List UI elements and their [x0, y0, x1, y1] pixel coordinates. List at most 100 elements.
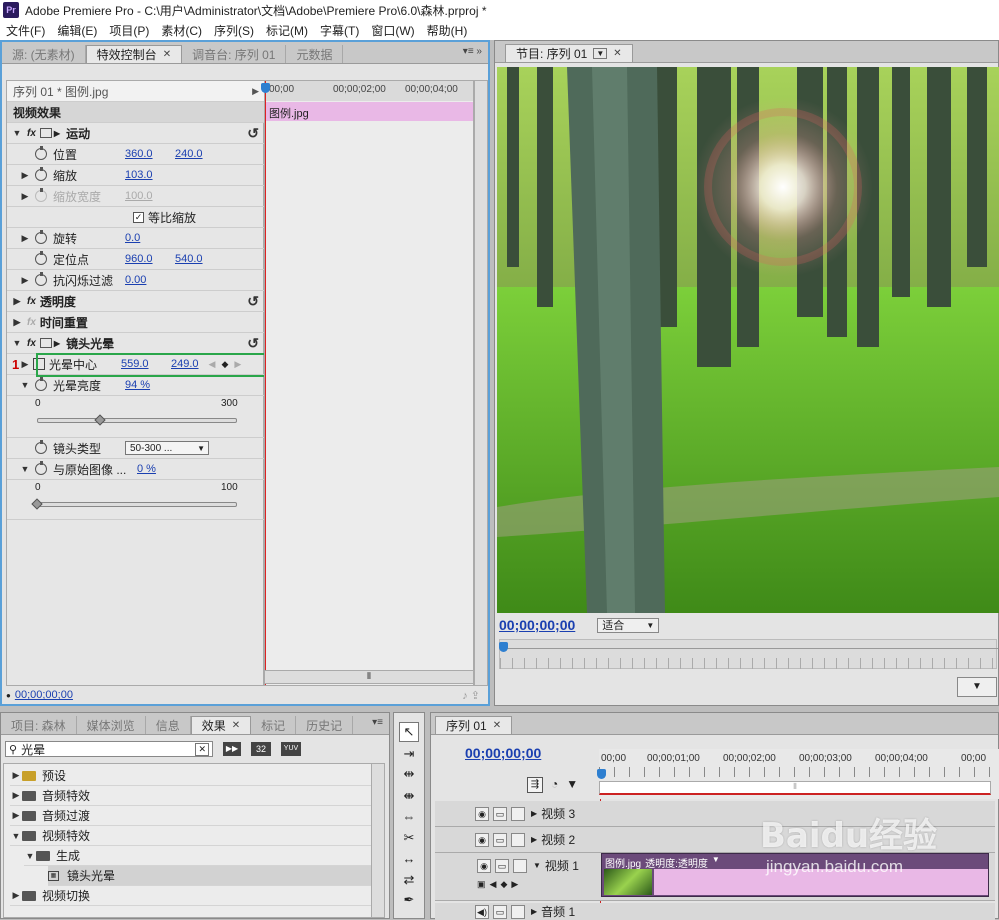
menu-file[interactable]: 文件(F) — [0, 22, 51, 39]
slip-tool-icon[interactable]: ↔ — [399, 848, 419, 868]
reset-icon[interactable]: ↺ — [247, 335, 259, 352]
reset-icon[interactable]: ↺ — [247, 293, 259, 310]
lock-icon[interactable]: ▭ — [493, 806, 507, 821]
program-scrub-bar[interactable] — [499, 639, 998, 669]
tree-item-audio-transitions[interactable]: ▶ 音频过渡 — [10, 806, 380, 826]
expand-triangle-icon[interactable]: ▼ — [24, 851, 36, 861]
track-select-tool-icon[interactable]: ⇥ — [399, 744, 419, 764]
expand-triangle-icon[interactable]: ▼ — [11, 338, 23, 348]
expand-triangle-icon[interactable]: ▶ — [531, 835, 537, 844]
position-x-value[interactable]: 360.0 — [125, 148, 175, 160]
expand-triangle-icon[interactable]: ▼ — [533, 861, 541, 870]
stopwatch-icon[interactable] — [35, 272, 47, 286]
tab-info[interactable]: 信息 — [146, 716, 191, 734]
menu-marker[interactable]: 标记(M) — [260, 22, 314, 39]
tab-sequence[interactable]: 序列 01 ✕ — [435, 716, 513, 734]
lens-flare-row[interactable]: ▼ fx ▶ 镜头光晕 ↺ — [7, 333, 265, 354]
tab-markers[interactable]: 标记 — [251, 716, 297, 734]
slide-tool-icon[interactable]: ⇄ — [399, 870, 419, 890]
razor-tool-icon[interactable]: ✂ — [399, 828, 419, 848]
stopwatch-icon[interactable] — [35, 251, 47, 265]
lock-icon[interactable]: ▭ — [493, 904, 507, 919]
sync-lock-icon[interactable] — [511, 806, 525, 821]
panel-menu-icon[interactable]: ▾≡ — [372, 717, 383, 728]
export-frame-button[interactable]: ▼ — [957, 677, 997, 697]
clear-search-icon[interactable]: ✕ — [195, 742, 209, 756]
tab-project[interactable]: 项目: 森林 — [1, 716, 77, 734]
expand-triangle-icon[interactable]: ▶ — [11, 296, 23, 307]
menu-window[interactable]: 窗口(W) — [365, 22, 420, 39]
tab-audio-mixer[interactable]: 调音台: 序列 01 — [182, 45, 287, 63]
eye-icon[interactable]: ◉ — [477, 858, 491, 873]
stopwatch-icon[interactable] — [35, 230, 47, 244]
play-only-icon[interactable]: ▶ — [252, 86, 259, 97]
rolling-edit-tool-icon[interactable]: ⇼ — [399, 786, 419, 806]
vertical-scrollbar[interactable] — [474, 80, 488, 686]
close-icon[interactable]: ✕ — [613, 48, 621, 59]
lock-icon[interactable]: ▭ — [493, 832, 507, 847]
playhead-line[interactable] — [265, 81, 266, 685]
brightness-slider-thumb[interactable] — [93, 414, 106, 426]
tree-item-lens-flare[interactable]: ▦ 镜头光晕 — [48, 866, 380, 886]
clip-fx-label[interactable]: 透明度:透明度 — [645, 855, 708, 870]
chevron-down-icon[interactable]: ▼ — [593, 48, 608, 59]
stopwatch-icon[interactable] — [35, 440, 47, 454]
antiflicker-value[interactable]: 0.00 — [125, 274, 146, 286]
menu-clip[interactable]: 素材(C) — [155, 22, 208, 39]
brightness-slider-track[interactable] — [37, 418, 237, 423]
panel-menu-icon[interactable]: ▾≡ » — [463, 46, 482, 57]
expand-triangle-icon[interactable]: ▶ — [19, 233, 31, 244]
lens-type-select[interactable]: 50-300 ... ▼ — [125, 441, 209, 455]
pen-tool-icon[interactable]: ✒ — [399, 890, 419, 910]
tab-program[interactable]: 节目: 序列 01 ▼ ✕ — [505, 44, 633, 62]
zoom-fit-select[interactable]: 适合 ▼ — [597, 617, 660, 633]
scale-value[interactable]: 103.0 — [125, 169, 153, 181]
tree-item-generate[interactable]: ▼ 生成 — [24, 846, 380, 866]
speaker-icon[interactable]: ◀) — [475, 904, 489, 919]
blend-slider-thumb[interactable] — [31, 498, 43, 510]
timeline-ruler[interactable]: 00;00 00;00;01;00 00;00;02;00 00;00;03;0… — [597, 749, 999, 799]
expand-triangle-icon[interactable]: ▼ — [19, 380, 31, 390]
close-icon[interactable]: ✕ — [232, 720, 240, 731]
timeline-playhead[interactable] — [597, 769, 606, 779]
anchor-x-value[interactable]: 960.0 — [125, 253, 175, 265]
vertical-scrollbar[interactable] — [371, 763, 385, 918]
horizontal-scrollbar[interactable]: ⦀ — [264, 670, 474, 684]
lock-icon[interactable]: ▭ — [495, 858, 509, 873]
work-area-bar[interactable]: ⦀ — [599, 781, 991, 795]
expand-triangle-icon[interactable]: ▼ — [10, 831, 22, 841]
eye-icon[interactable]: ◉ — [475, 806, 489, 821]
tree-item-audio-effects[interactable]: ▶ 音频特效 — [10, 786, 380, 806]
motion-row[interactable]: ▼ fx ▶ 运动 ↺ — [7, 123, 265, 144]
anchor-y-value[interactable]: 540.0 — [175, 253, 203, 265]
rate-stretch-tool-icon[interactable]: ⇔ — [399, 806, 419, 826]
yuv-effects-icon[interactable]: YUV — [281, 742, 301, 756]
fx-icon[interactable]: fx — [27, 128, 36, 139]
tab-effects[interactable]: 效果 ✕ — [190, 716, 252, 734]
menu-edit[interactable]: 编辑(E) — [51, 22, 103, 39]
effect-clip-bar[interactable]: 图例.jpg — [265, 102, 473, 121]
flare-brightness-value[interactable]: 94 % — [125, 379, 150, 391]
export-icon[interactable]: ♪ ⇪ — [462, 689, 480, 702]
chevron-down-icon[interactable]: ▼ — [712, 855, 720, 867]
program-video-frame[interactable] — [497, 67, 999, 613]
uniform-scale-checkbox[interactable]: ✓ — [133, 211, 144, 223]
sync-lock-icon[interactable] — [511, 904, 525, 919]
playhead-handle[interactable] — [261, 83, 270, 93]
stopwatch-icon[interactable] — [35, 146, 47, 160]
expand-triangle-icon[interactable]: ▶ — [10, 790, 22, 801]
add-marker-icon[interactable]: ◔ — [551, 777, 558, 793]
tab-effect-controls[interactable]: 特效控制台 ✕ — [85, 45, 183, 63]
add-keyframe-icon[interactable]: ◆ — [500, 879, 507, 890]
next-keyframe-icon[interactable]: ▶ — [511, 879, 518, 890]
fx-icon[interactable]: fx — [27, 338, 36, 349]
32bit-effects-icon[interactable]: 32 — [251, 742, 271, 756]
expand-triangle-icon[interactable]: ▼ — [11, 128, 23, 138]
stopwatch-icon[interactable] — [35, 167, 47, 181]
ripple-edit-tool-icon[interactable]: ⇹ — [399, 764, 419, 784]
effects-search-input[interactable]: ⚲ 光晕 ✕ — [5, 741, 213, 757]
stopwatch-icon[interactable] — [35, 461, 47, 475]
accelerated-effects-icon[interactable]: ▶▶ — [223, 742, 241, 756]
timeline-timecode[interactable]: 00;00;00;00 — [465, 745, 541, 761]
expand-triangle-icon[interactable]: ▶ — [19, 359, 31, 370]
